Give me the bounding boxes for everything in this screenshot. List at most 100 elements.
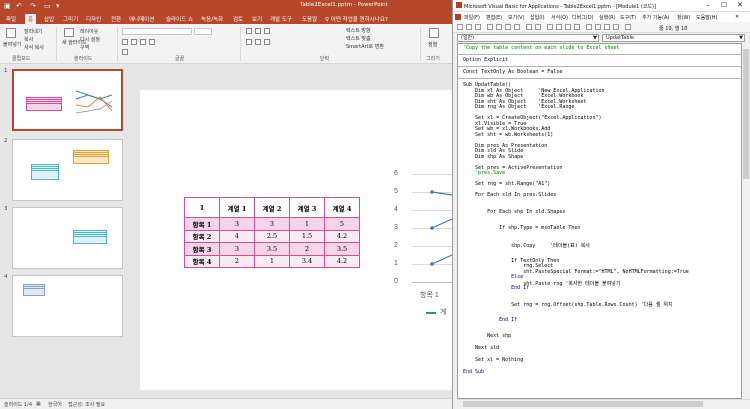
slide-thumbnail[interactable]	[12, 69, 123, 131]
code-line[interactable]: Set rng = sht.Range("A1")	[463, 181, 550, 187]
find-icon[interactable]	[514, 24, 520, 30]
menu-help[interactable]: 도움말(H)	[696, 14, 717, 21]
align-center-icon[interactable]	[255, 39, 261, 45]
table-cell[interactable]: 계열 4	[324, 197, 360, 218]
tab-developer[interactable]: 개발 도구	[267, 14, 295, 24]
horizontal-scrollbar[interactable]	[457, 399, 750, 407]
view-ppt-icon[interactable]	[457, 24, 463, 30]
vertical-scrollbar[interactable]	[742, 43, 750, 399]
tab-insert[interactable]: 삽입	[41, 14, 57, 24]
code-line[interactable]: For Each shp In sld.Shapes	[463, 209, 565, 215]
code-line[interactable]: Const TextOnly As Boolean = False	[463, 69, 562, 75]
cut-icon[interactable]	[487, 24, 493, 30]
table-cell[interactable]: 3	[254, 217, 290, 231]
accessibility-status[interactable]: 접근성: 조사 필요	[68, 401, 105, 408]
table-cell[interactable]: 항목 3	[184, 242, 220, 256]
strikethrough-icon[interactable]	[149, 39, 155, 45]
table-cell[interactable]: 1	[254, 254, 290, 268]
tab-record[interactable]: 녹음/녹화	[198, 14, 226, 24]
toolbox-icon[interactable]	[613, 24, 619, 30]
code-editor[interactable]: 'Copy the table content on each slide to…	[457, 43, 742, 399]
code-line[interactable]: Next shp	[463, 333, 511, 339]
code-line[interactable]: Set rng = rng.Offset(shp.Table.Rows.Coun…	[463, 301, 672, 308]
table-cell[interactable]: 1.5	[289, 229, 325, 243]
run-icon[interactable]	[547, 24, 553, 30]
menu-tools[interactable]: 도구(T)	[620, 14, 636, 21]
code-line[interactable]: For Each sld In pres.Slides	[463, 192, 556, 198]
insert-module-icon[interactable]	[466, 24, 472, 30]
properties-icon[interactable]	[595, 24, 601, 30]
menu-debug[interactable]: 디버그(D)	[572, 14, 594, 21]
paste-icon[interactable]	[505, 24, 511, 30]
table-cell[interactable]: 2	[219, 254, 255, 268]
break-icon[interactable]	[556, 24, 562, 30]
slide-thumbnail[interactable]	[12, 275, 123, 337]
table-cell[interactable]: 3.5	[324, 242, 360, 256]
save-icon[interactable]	[475, 24, 481, 30]
table-cell[interactable]: 4.2	[324, 229, 360, 243]
code-line[interactable]: Set xl = Nothing	[463, 357, 523, 363]
code-line[interactable]: Next sld	[463, 345, 499, 351]
table-cell[interactable]: 5	[324, 217, 360, 231]
slide-thumbnail[interactable]	[12, 139, 123, 201]
code-line[interactable]: End If	[463, 317, 517, 323]
menu-run[interactable]: 실행(R)	[599, 14, 616, 21]
scrollbar-thumb[interactable]	[743, 49, 749, 179]
table-cell[interactable]: 항목 1	[184, 217, 220, 231]
reset-button[interactable]: 다시 설정	[80, 36, 100, 43]
copy-icon[interactable]	[496, 24, 502, 30]
align-left-icon[interactable]	[246, 39, 252, 45]
smartart-button[interactable]: SmartArt로 변환	[346, 43, 384, 50]
proofing-icon[interactable]: ▦	[36, 401, 41, 407]
paste-button[interactable]: 붙여넣기	[3, 41, 21, 48]
section-button[interactable]: 구역	[80, 44, 89, 51]
menu-format[interactable]: 서식(O)	[551, 14, 568, 21]
slide-canvas[interactable]: 1 계열 1 계열 2 계열 3 계열 4 항목 1 3 3 1 5 항목 2 …	[140, 90, 452, 390]
reset-icon[interactable]	[565, 24, 571, 30]
project-explorer-icon[interactable]	[586, 24, 592, 30]
table-cell[interactable]: 3.4	[289, 254, 325, 268]
slide-thumbnail[interactable]	[12, 207, 123, 269]
tab-review[interactable]: 검토	[230, 14, 246, 24]
minimize-icon[interactable]: –	[706, 1, 710, 9]
design-mode-icon[interactable]	[574, 24, 580, 30]
tell-me-search[interactable]: ♀ 어떤 작업을 원하시나요?	[322, 14, 391, 24]
menu-file[interactable]: 파일(F)	[464, 14, 480, 21]
object-combo[interactable]: (일반) ▼	[457, 34, 599, 42]
table-cell[interactable]: 1	[289, 217, 325, 231]
code-line[interactable]: If shp.Type = msoTable Then	[463, 225, 580, 231]
object-browser-icon[interactable]	[604, 24, 610, 30]
table-cell[interactable]: 3	[219, 242, 255, 256]
code-line[interactable]: 'pres.Save	[463, 170, 505, 176]
font-name-combo[interactable]	[122, 28, 192, 35]
code-line[interactable]: 'Copy the table content on each slide to…	[463, 45, 620, 51]
table-cell[interactable]: 3	[219, 217, 255, 231]
tab-help[interactable]: 도움말	[299, 14, 320, 24]
table-cell[interactable]: 4.2	[324, 254, 360, 268]
table-cell[interactable]: 항목 2	[184, 229, 220, 243]
code-line[interactable]: Dim shp As Shape	[463, 154, 523, 160]
tab-design[interactable]: 디자인	[83, 14, 104, 24]
undo-icon[interactable]: ↶	[16, 2, 22, 10]
bold-icon[interactable]	[122, 39, 128, 45]
tab-view[interactable]: 보기	[249, 14, 265, 24]
table-cell[interactable]: 계열 2	[254, 197, 290, 218]
menu-window[interactable]: 창(W)	[677, 14, 690, 21]
mdi-close-icon[interactable]: ✕	[735, 14, 739, 20]
redo-icon[interactable]	[535, 24, 541, 30]
menu-insert[interactable]: 삽입(I)	[530, 14, 545, 21]
redo-icon[interactable]: ↷	[30, 2, 36, 10]
code-line[interactable]: Option Explicit	[463, 57, 508, 63]
indent-icon[interactable]	[264, 28, 270, 34]
tab-animations[interactable]: 애니메이션	[126, 14, 157, 24]
tab-file[interactable]: 파일	[3, 14, 19, 24]
align-text-button[interactable]: 텍스트 맞춤	[346, 35, 371, 42]
table-cell[interactable]: 1	[184, 197, 220, 218]
font-size-combo[interactable]	[194, 28, 212, 35]
font-color-icon[interactable]	[122, 49, 128, 55]
tab-draw[interactable]: 그리기	[60, 14, 81, 24]
tab-home[interactable]: 홈	[25, 14, 37, 24]
maximize-icon[interactable]: ☐	[721, 1, 727, 9]
table-cell[interactable]: 계열 1	[219, 197, 255, 218]
table-cell[interactable]: 3.5	[254, 242, 290, 256]
